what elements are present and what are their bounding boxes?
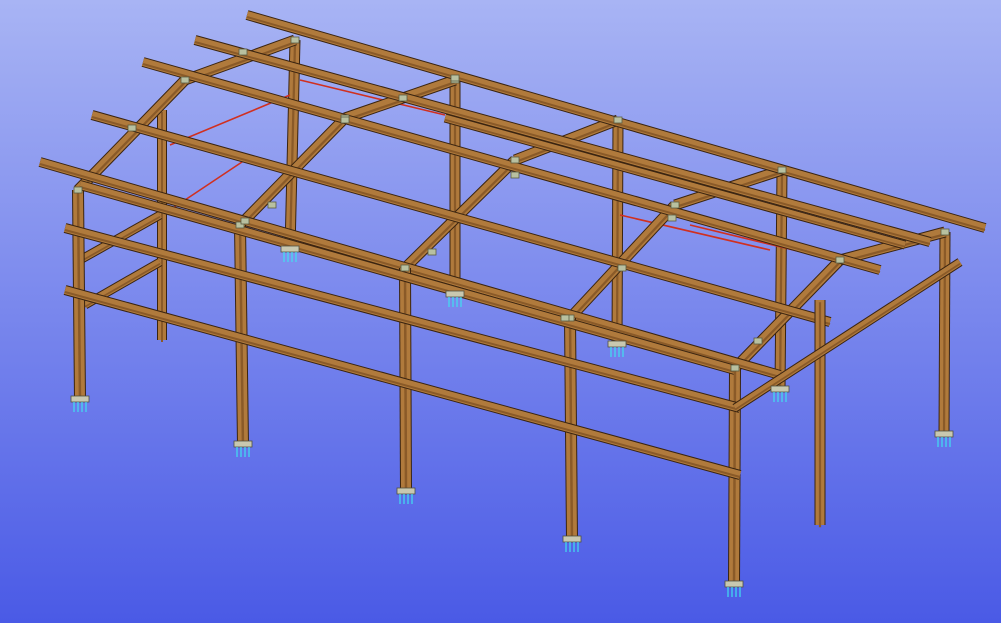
ridge-plate-3[interactable] xyxy=(510,156,520,164)
eave-plate-front-1[interactable] xyxy=(73,186,83,194)
purlin-clip-13[interactable] xyxy=(238,48,248,56)
purlin-clip-9[interactable] xyxy=(753,337,763,345)
column-footing-back-4-baseplate[interactable] xyxy=(770,385,790,393)
purlin-clip-8[interactable] xyxy=(667,214,677,222)
eave-plate-back-3[interactable] xyxy=(613,116,623,124)
column-footing-front-2-baseplate[interactable] xyxy=(233,440,253,448)
purlin-clip-3[interactable] xyxy=(267,201,277,209)
back-column-5[interactable] xyxy=(938,231,951,438)
purlin-clip-12[interactable] xyxy=(450,74,460,82)
eave-plate-back-5[interactable] xyxy=(940,228,950,236)
column-footing-back-2-baseplate[interactable] xyxy=(445,290,465,298)
ridge-plate-5[interactable] xyxy=(835,256,845,264)
purlin-clip-11[interactable] xyxy=(398,94,408,102)
purlin-clip-5[interactable] xyxy=(510,171,520,179)
eave-plate-back-4[interactable] xyxy=(777,166,787,174)
eave-plate-front-3[interactable] xyxy=(400,264,410,272)
column-footing-back-5-baseplate[interactable] xyxy=(934,430,954,438)
column-footing-back-1-baseplate[interactable] xyxy=(280,245,300,253)
column-footing-front-5-baseplate[interactable] xyxy=(724,580,744,588)
ridge-plate-1[interactable] xyxy=(180,76,190,84)
back-column-5-shade[interactable] xyxy=(942,234,947,438)
column-footing-front-1-baseplate[interactable] xyxy=(70,395,90,403)
eave-plate-back-1[interactable] xyxy=(290,36,300,44)
steel-frame-3d-model[interactable] xyxy=(0,0,1001,623)
ridge-plate-4[interactable] xyxy=(670,201,680,209)
purlin-clip-7[interactable] xyxy=(617,264,627,272)
purlin-clip-10[interactable] xyxy=(340,116,350,124)
purlin-clip-6[interactable] xyxy=(560,314,570,322)
purlin-clip-4[interactable] xyxy=(427,248,437,256)
column-footing-front-3-baseplate[interactable] xyxy=(396,487,416,495)
purlin-clip-1[interactable] xyxy=(127,124,137,132)
eave-plate-front-5[interactable] xyxy=(730,364,740,372)
column-footing-front-4-baseplate[interactable] xyxy=(562,535,582,543)
column-footing-back-3-baseplate[interactable] xyxy=(607,340,627,348)
purlin-clip-2[interactable] xyxy=(240,217,250,225)
model-viewport[interactable] xyxy=(0,0,1001,623)
